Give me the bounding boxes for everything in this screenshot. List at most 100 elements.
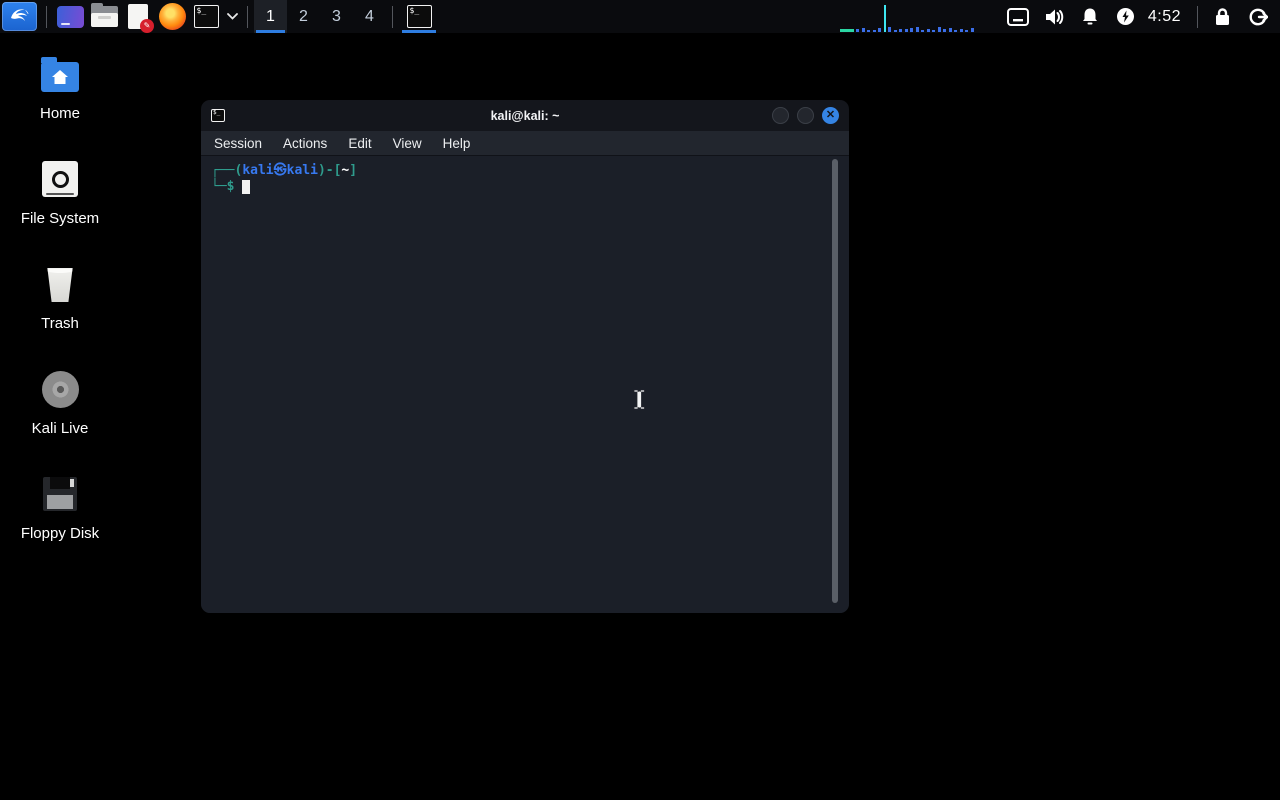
launcher-terminal[interactable]: $_ bbox=[189, 2, 223, 31]
workspace-3-label: 3 bbox=[332, 7, 341, 25]
desktop-icon-label: Home bbox=[39, 105, 80, 122]
tray-display[interactable] bbox=[1000, 0, 1036, 33]
window-title: kali@kali: ~ bbox=[490, 108, 560, 123]
graph-bar bbox=[970, 28, 974, 32]
kali-logo-icon bbox=[8, 2, 32, 31]
display-icon bbox=[1006, 7, 1029, 26]
desktop-icon-trash[interactable]: Trash bbox=[16, 264, 104, 332]
file-manager-icon bbox=[90, 3, 118, 27]
graph-bar bbox=[872, 30, 876, 32]
trash-icon bbox=[45, 264, 75, 304]
prompt-frame: ] bbox=[349, 163, 358, 178]
desktop-icon-floppy-disk[interactable]: Floppy Disk bbox=[16, 474, 104, 542]
minimize-button[interactable] bbox=[772, 107, 789, 124]
bell-icon bbox=[1082, 8, 1097, 25]
text-editor-icon: ✎ bbox=[128, 4, 154, 33]
menu-view[interactable]: View bbox=[393, 136, 422, 151]
network-graph[interactable] bbox=[839, 1, 990, 32]
graph-bar bbox=[883, 5, 886, 32]
tray-power-manager[interactable] bbox=[1108, 0, 1144, 33]
workspace-2[interactable]: 2 bbox=[287, 0, 320, 33]
graph-bar bbox=[888, 27, 892, 32]
graph-bar bbox=[839, 29, 854, 32]
prompt-frame: └─$ bbox=[211, 179, 235, 194]
file-system-icon bbox=[42, 159, 78, 199]
graph-bar bbox=[948, 28, 952, 32]
firefox-icon bbox=[158, 3, 186, 30]
prompt-line-2: └─$ bbox=[211, 179, 839, 195]
desktop-app-icon bbox=[56, 5, 84, 28]
desktop-icons: Home File System Trash Kali Live Floppy … bbox=[16, 54, 104, 542]
workspace-4-label: 4 bbox=[365, 7, 374, 25]
terminal-menubar: Session Actions Edit View Help bbox=[201, 131, 849, 156]
prompt-user: kali㉿kali bbox=[242, 163, 318, 178]
window-titlebar[interactable]: $_ kali@kali: ~ ✕ bbox=[201, 100, 849, 131]
graph-bar bbox=[893, 30, 897, 32]
clock[interactable]: 4:52 bbox=[1144, 8, 1191, 26]
power-indicator-icon bbox=[1117, 8, 1135, 25]
terminal-icon: $_ bbox=[193, 5, 219, 28]
graph-bar bbox=[915, 27, 919, 32]
launcher-desktop[interactable] bbox=[53, 2, 87, 31]
graph-bar bbox=[954, 30, 958, 32]
volume-icon bbox=[1045, 9, 1064, 24]
graph-bar bbox=[899, 29, 903, 32]
menu-actions[interactable]: Actions bbox=[283, 136, 327, 151]
graph-bar bbox=[878, 28, 882, 32]
disc-icon bbox=[41, 369, 79, 409]
panel-separator bbox=[247, 5, 248, 28]
graph-bar bbox=[861, 28, 865, 32]
close-button[interactable]: ✕ bbox=[822, 107, 839, 124]
graph-bar bbox=[965, 30, 969, 32]
panel-separator bbox=[46, 5, 47, 28]
logout-button[interactable] bbox=[1240, 0, 1276, 33]
launcher-text-editor[interactable]: ✎ bbox=[121, 2, 155, 33]
panel-separator bbox=[1197, 5, 1198, 28]
terminal-content[interactable]: ┌──(kali㉿kali)-[~] └─$ bbox=[201, 156, 849, 613]
lock-screen-button[interactable] bbox=[1204, 0, 1240, 33]
desktop-icon-label: Trash bbox=[41, 315, 79, 332]
kali-menu-button[interactable] bbox=[2, 2, 37, 31]
panel-separator bbox=[392, 5, 393, 28]
desktop-icon-label: File System bbox=[20, 210, 100, 227]
tray-volume[interactable] bbox=[1036, 0, 1072, 33]
workspace-4[interactable]: 4 bbox=[353, 0, 386, 33]
workspace-1-label: 1 bbox=[266, 7, 275, 25]
graph-bar bbox=[856, 29, 860, 32]
graph-bar bbox=[904, 29, 908, 32]
graph-bar bbox=[943, 29, 947, 32]
launcher-firefox[interactable] bbox=[155, 2, 189, 31]
taskbar-window-terminal[interactable]: $_ bbox=[399, 0, 439, 33]
home-folder-icon bbox=[41, 54, 79, 94]
graph-bar bbox=[926, 29, 930, 32]
graph-bar bbox=[959, 29, 963, 32]
lock-icon bbox=[1215, 8, 1229, 25]
prompt-frame: ┌──( bbox=[211, 163, 243, 178]
prompt-line-1: ┌──(kali㉿kali)-[~] bbox=[211, 163, 839, 179]
maximize-button[interactable] bbox=[797, 107, 814, 124]
tray-notifications[interactable] bbox=[1072, 0, 1108, 33]
workspace-1[interactable]: 1 bbox=[254, 0, 287, 33]
graph-bar bbox=[932, 30, 936, 32]
terminal-dropdown-chevron[interactable] bbox=[223, 2, 241, 31]
desktop-icon-kali-live[interactable]: Kali Live bbox=[16, 369, 104, 437]
menu-session[interactable]: Session bbox=[214, 136, 262, 151]
graph-bar bbox=[867, 30, 871, 32]
graph-bar bbox=[910, 28, 914, 32]
menu-edit[interactable]: Edit bbox=[348, 136, 371, 151]
top-panel: ✎ $_ 1 2 3 4 $_ 4:52 bbox=[0, 0, 1280, 33]
desktop-icon-file-system[interactable]: File System bbox=[16, 159, 104, 227]
launcher-file-manager[interactable] bbox=[87, 2, 121, 31]
workspace-2-label: 2 bbox=[299, 7, 308, 25]
terminal-icon: $_ bbox=[406, 5, 432, 28]
prompt-frame: )-[ bbox=[317, 163, 342, 178]
terminal-scrollbar[interactable] bbox=[832, 159, 838, 603]
graph-bar bbox=[921, 30, 925, 32]
graph-bar bbox=[937, 27, 941, 32]
desktop-icon-label: Kali Live bbox=[31, 420, 89, 437]
desktop-icon-label: Floppy Disk bbox=[20, 525, 100, 542]
workspace-3[interactable]: 3 bbox=[320, 0, 353, 33]
desktop-icon-home[interactable]: Home bbox=[16, 54, 104, 122]
terminal-cursor bbox=[242, 180, 251, 194]
menu-help[interactable]: Help bbox=[443, 136, 471, 151]
